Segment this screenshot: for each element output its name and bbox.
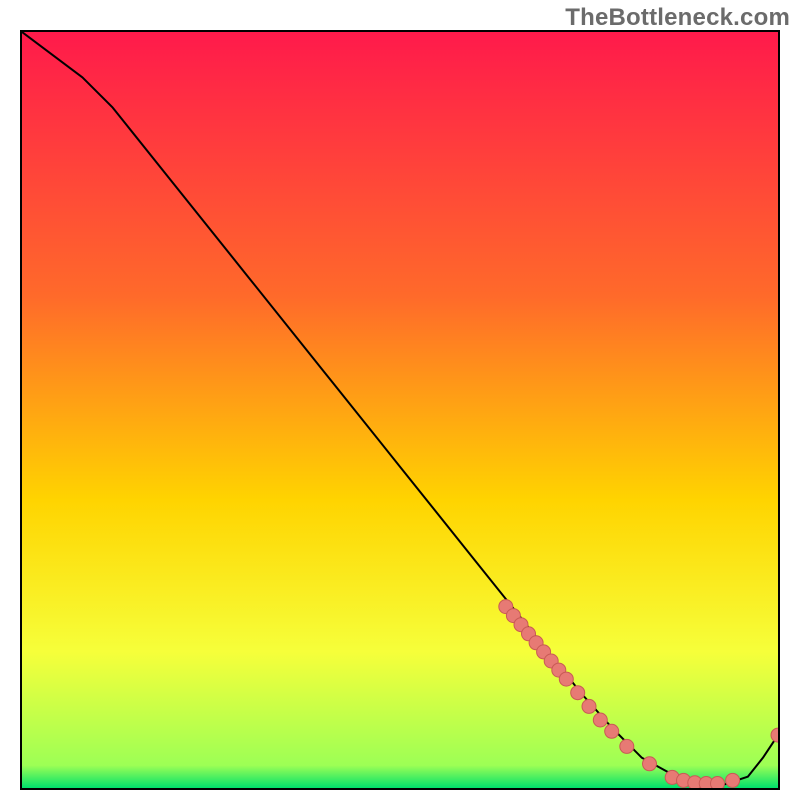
data-marker — [571, 686, 585, 700]
data-marker — [582, 699, 596, 713]
chart-stage: TheBottleneck.com — [0, 0, 800, 800]
data-marker — [559, 672, 573, 686]
data-marker — [711, 777, 725, 789]
data-markers — [499, 600, 778, 788]
plot-frame — [20, 30, 780, 790]
data-marker — [620, 739, 634, 753]
data-marker — [726, 773, 740, 787]
data-marker — [643, 757, 657, 771]
bottleneck-curve — [22, 32, 778, 784]
watermark-text: TheBottleneck.com — [565, 4, 790, 32]
chart-overlay — [22, 32, 778, 788]
data-marker — [605, 724, 619, 738]
data-marker — [771, 728, 778, 742]
data-marker — [593, 713, 607, 727]
